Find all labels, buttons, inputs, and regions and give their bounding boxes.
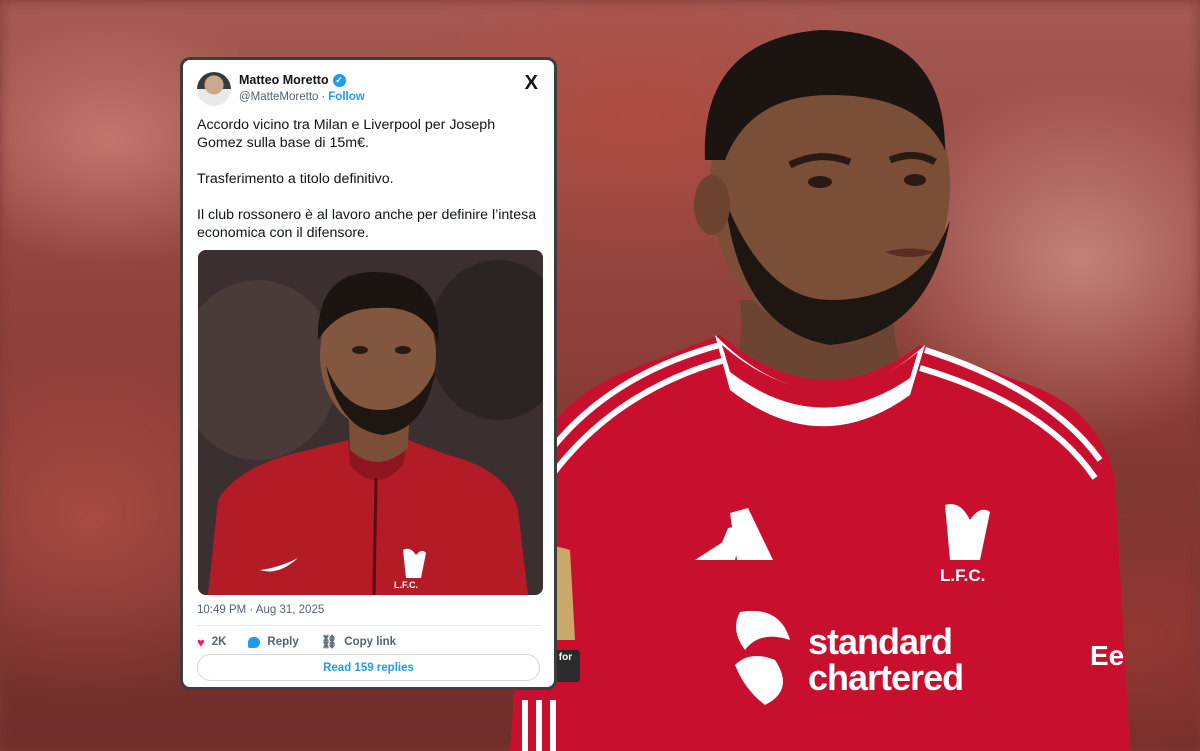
reply-icon bbox=[248, 636, 261, 648]
tweet-paragraph: Trasferimento a titolo definitivo. bbox=[197, 171, 394, 187]
photo-crest-text: L.F.C. bbox=[394, 580, 418, 590]
sponsor-line-2: chartered bbox=[808, 657, 964, 698]
author-handle[interactable]: @MatteMoretto bbox=[239, 91, 318, 103]
tweet-timestamp[interactable]: 10:49 PM · Aug 31, 2025 bbox=[197, 604, 324, 616]
heart-icon: ♥ bbox=[197, 634, 205, 650]
like-button[interactable]: ♥ 2K bbox=[197, 635, 226, 650]
avatar[interactable] bbox=[197, 72, 231, 106]
tweet-paragraph: Accordo vicino tra Milan e Liverpool per… bbox=[197, 117, 496, 151]
sleeve-sponsor-text: Ee bbox=[1090, 640, 1125, 671]
tweet-actions: ♥ 2K Reply ⛓ Copy link bbox=[197, 634, 396, 650]
follow-button[interactable]: Follow bbox=[328, 91, 364, 103]
tweet-header: Matteo Moretto ✓ @MatteMoretto · Follow … bbox=[197, 72, 540, 108]
copy-link-label: Copy link bbox=[344, 636, 397, 648]
player-photo: standard chartered L.F.C. no room for ra… bbox=[490, 0, 1150, 751]
author-name[interactable]: Matteo Moretto bbox=[239, 73, 329, 87]
tweet-card[interactable]: Matteo Moretto ✓ @MatteMoretto · Follow … bbox=[180, 57, 557, 690]
sponsor-line-1: standard bbox=[808, 621, 953, 662]
tweet-paragraph: Il club rossonero è al lavoro anche per … bbox=[197, 207, 537, 241]
tweet-text: Accordo vicino tra Milan e Liverpool per… bbox=[197, 116, 540, 260]
reply-button[interactable]: Reply bbox=[248, 636, 299, 648]
crest-text: L.F.C. bbox=[940, 566, 986, 585]
divider bbox=[197, 625, 540, 626]
verified-icon: ✓ bbox=[332, 73, 346, 87]
like-count: 2K bbox=[211, 636, 227, 648]
separator-dot: · bbox=[321, 91, 326, 103]
read-replies-button[interactable]: Read 159 replies bbox=[197, 654, 540, 681]
tweet-photo[interactable]: L.F.C. bbox=[198, 250, 543, 595]
link-icon: ⛓ bbox=[320, 634, 338, 649]
copy-link-button[interactable]: ⛓ Copy link bbox=[321, 634, 396, 650]
x-logo-icon[interactable]: X bbox=[525, 72, 538, 95]
reply-label: Reply bbox=[267, 636, 299, 648]
